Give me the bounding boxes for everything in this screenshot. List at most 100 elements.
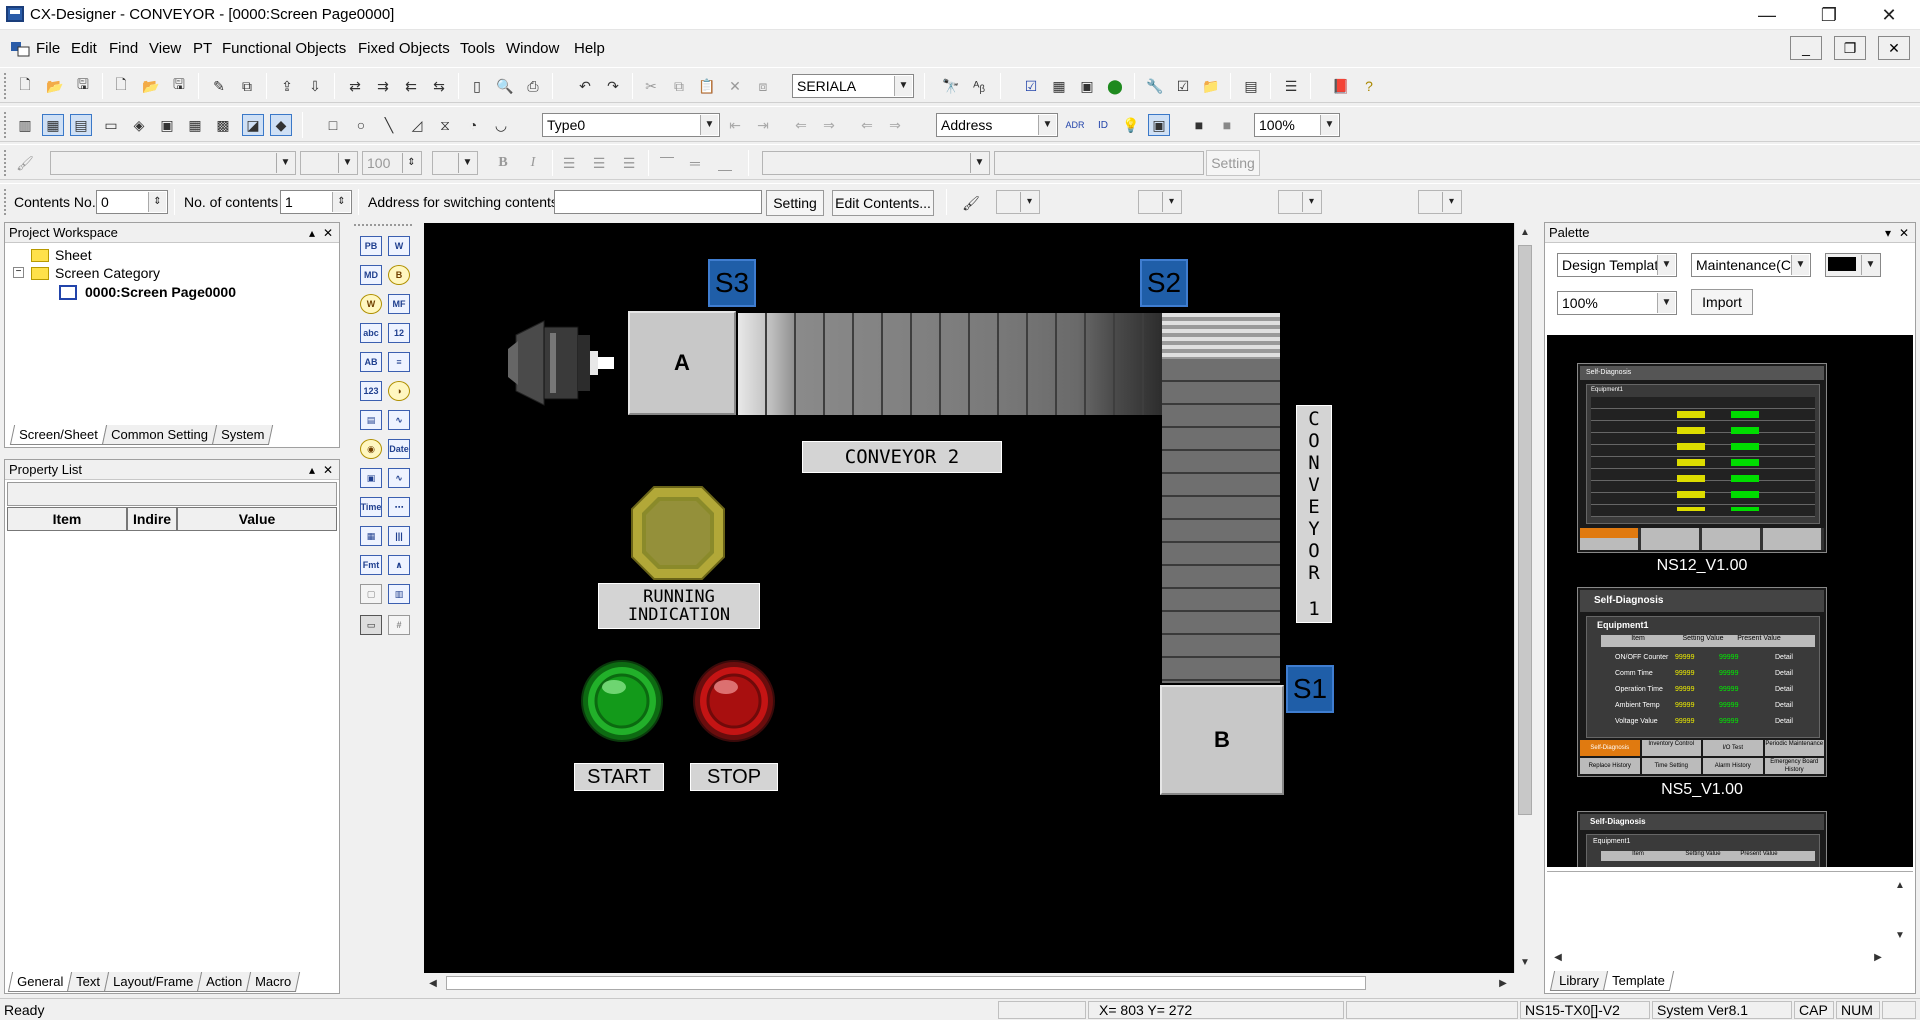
font-size-combo[interactable]: ▼ — [300, 151, 358, 175]
align-center-icon[interactable]: ☰ — [588, 152, 610, 174]
arc-tool-icon[interactable]: ◡ — [490, 114, 512, 136]
undo-icon[interactable]: ↶ — [574, 75, 596, 97]
panel-menu-icon[interactable]: ▾ — [1885, 223, 1891, 243]
stop-button[interactable] — [692, 659, 776, 743]
bg-color-combo[interactable]: ▾ — [1418, 190, 1462, 214]
mdi-minimize-button[interactable]: _ — [1790, 36, 1822, 60]
sensor-s1[interactable]: S1 — [1286, 665, 1334, 713]
cut-icon[interactable]: ✂ — [640, 75, 662, 97]
toolbar-grip[interactable] — [354, 224, 412, 228]
brush-icon[interactable]: 🖌 — [14, 152, 36, 174]
polygon-tool-icon[interactable]: ⧖ — [434, 114, 456, 136]
template-card-ns5[interactable]: Self-Diagnosis Equipment1 Item Setting Va… — [1577, 587, 1827, 777]
folder-check-icon[interactable]: 📁 — [1200, 75, 1222, 97]
scroll-down-icon[interactable]: ▼ — [1891, 926, 1909, 944]
print-icon[interactable]: ⎙ — [522, 75, 544, 97]
data-block-table-icon[interactable]: ▦ — [360, 526, 382, 546]
broken-line-graph-icon[interactable]: ∿ — [388, 410, 410, 430]
list-selector-icon[interactable]: ≡ — [388, 352, 410, 372]
num-contents-spinner[interactable]: 1 ⇕ — [280, 190, 352, 214]
switch-address-input[interactable] — [554, 190, 762, 214]
csv-export-icon[interactable]: ⇪ — [276, 75, 298, 97]
find-icon[interactable]: 🔭 — [940, 75, 962, 97]
tab-common-setting[interactable]: Common Setting — [101, 425, 217, 445]
line-tool-icon[interactable]: ╲ — [378, 114, 400, 136]
template-card-ns12[interactable]: Self-Diagnosis Equipment1 — [1577, 363, 1827, 553]
line-graph-icon[interactable]: ∧ — [388, 555, 410, 575]
column-item[interactable]: Item — [7, 507, 127, 531]
fill-color-combo[interactable]: ▾ — [996, 190, 1040, 214]
sector-tool-icon[interactable]: ◔ — [462, 114, 484, 136]
scroll-up-icon[interactable]: ▲ — [1891, 876, 1909, 894]
minimize-button[interactable]: — — [1738, 0, 1796, 30]
scroll-up-icon[interactable]: ▲ — [1516, 223, 1534, 241]
valign-bottom-icon[interactable]: ⎽ — [714, 152, 736, 174]
list-icon[interactable]: ☰ — [1280, 75, 1302, 97]
label-setting-button[interactable]: Setting — [1206, 150, 1260, 176]
checklist-icon[interactable]: ☑ — [1172, 75, 1194, 97]
document-object-icon[interactable]: ▢ — [360, 584, 382, 604]
align-right-icon[interactable]: ☰ — [618, 152, 640, 174]
save-project-icon[interactable]: 🖫 — [72, 75, 94, 97]
menu-help[interactable]: Help — [574, 40, 605, 57]
conveyor-1-belt[interactable] — [1162, 313, 1280, 683]
frame-icon[interactable]: ▭ — [100, 114, 122, 136]
display-mode-icon[interactable]: ▣ — [1148, 114, 1170, 136]
menu-edit[interactable]: Edit — [71, 40, 97, 57]
palette-zoom-combo[interactable]: 100% ▼ — [1557, 291, 1677, 315]
panel-menu-icon[interactable]: ▴ — [309, 223, 315, 243]
simulation-icon[interactable]: ▣ — [1076, 75, 1098, 97]
contents-no-spinner[interactable]: 0 ⇕ — [96, 190, 168, 214]
tree-item-sheet[interactable]: Sheet — [31, 247, 92, 263]
color-icon[interactable]: ◈ — [128, 114, 150, 136]
label-combo[interactable]: ▼ — [762, 151, 990, 175]
date-object-icon[interactable]: Date — [388, 439, 410, 459]
multifunction-object-icon[interactable]: MD — [360, 265, 382, 285]
object-type-combo[interactable]: Type0 ▼ — [542, 113, 720, 137]
tree-item-screen-category[interactable]: Screen Category — [31, 265, 160, 281]
bit-lamp-object-icon[interactable]: B — [388, 265, 410, 285]
tab-general[interactable]: General — [7, 972, 73, 992]
screen-canvas[interactable]: A B S3 S2 S1 CONVEYOR 2 CONVEYOR1 RUNNIN… — [424, 223, 1514, 973]
font-combo[interactable]: ▼ — [50, 151, 296, 175]
sensor-s3[interactable]: S3 — [708, 259, 756, 307]
text-color-combo[interactable]: ▾ — [1278, 190, 1322, 214]
frame-object-icon[interactable]: ▭ — [360, 615, 382, 635]
valign-middle-icon[interactable]: ═ — [684, 152, 706, 174]
copy-screen-icon[interactable]: ⧉ — [236, 75, 258, 97]
station-a-box[interactable]: A — [628, 311, 736, 415]
multifunction-button-icon[interactable]: MF — [388, 294, 410, 314]
align-left-icon[interactable]: ☰ — [558, 152, 580, 174]
scroll-down-icon[interactable]: ▼ — [1516, 953, 1534, 971]
numeral-input-icon[interactable]: 12 — [388, 323, 410, 343]
color-combo[interactable]: ▼ — [1825, 253, 1881, 277]
menu-window[interactable]: Window — [506, 40, 559, 57]
alarm-event-icon[interactable]: ◉ — [360, 439, 382, 459]
select-all-icon[interactable]: ⧈ — [752, 75, 774, 97]
previous-page-icon[interactable]: ⇐ — [790, 114, 812, 136]
design-template-combo[interactable]: Design Template ▼ — [1557, 253, 1677, 277]
temporary-input-icon[interactable]: Fmt — [360, 555, 382, 575]
scrollbar-thumb[interactable] — [1518, 245, 1532, 815]
string-display-icon[interactable]: abc — [360, 323, 382, 343]
tab-action[interactable]: Action — [197, 972, 252, 992]
edit-icon[interactable]: ✎ — [208, 75, 230, 97]
tab-system[interactable]: System — [211, 425, 274, 445]
canvas-horizontal-scrollbar[interactable]: ◀ ▶ — [424, 973, 1514, 993]
toolbar-grip[interactable] — [4, 73, 8, 99]
bold-icon[interactable]: B — [492, 152, 514, 174]
tab-text[interactable]: Text — [67, 972, 110, 992]
layer-icon[interactable]: ▥ — [14, 114, 36, 136]
page-setup-icon[interactable]: ▯ — [466, 75, 488, 97]
redo-icon[interactable]: ↷ — [602, 75, 624, 97]
tree-item-screen-page[interactable]: 0000:Screen Page0000 — [59, 284, 236, 300]
table-view-icon[interactable]: ▤ — [70, 114, 92, 136]
scroll-right-icon[interactable]: ▶ — [1494, 974, 1512, 992]
panel-close-icon[interactable]: ✕ — [323, 223, 333, 243]
tab-template[interactable]: Template — [1602, 971, 1674, 991]
menu-pt[interactable]: PT — [193, 40, 212, 57]
toolbar-grip[interactable] — [4, 112, 8, 138]
panel-close-icon[interactable]: ✕ — [1899, 223, 1909, 243]
delete-icon[interactable]: ✕ — [724, 75, 746, 97]
next-type-icon[interactable]: ⇥ — [752, 114, 774, 136]
